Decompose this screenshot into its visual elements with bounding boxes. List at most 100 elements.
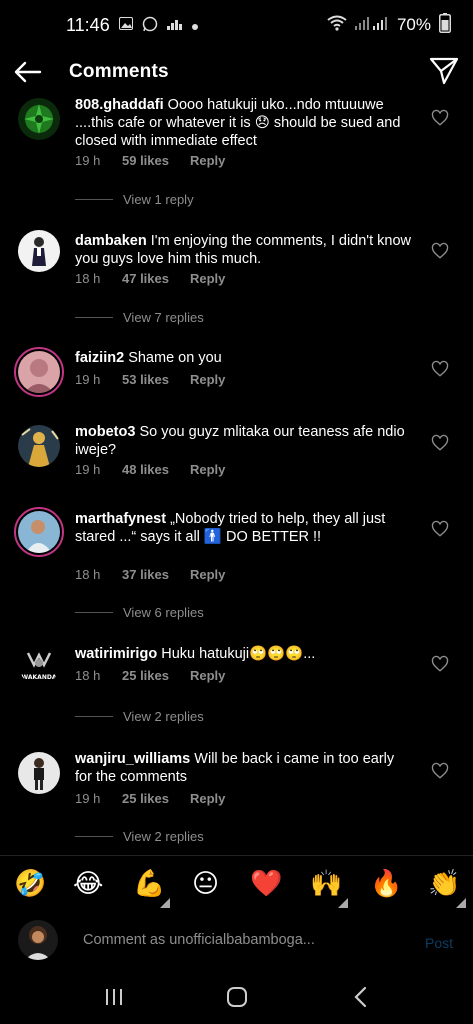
comment-username[interactable]: watirimirigo: [75, 646, 157, 662]
direct-send-icon[interactable]: [428, 54, 460, 86]
comment-text: faiziin2 Shame on you: [75, 349, 415, 367]
like-heart-icon[interactable]: [431, 655, 449, 673]
comment-likes[interactable]: 37 likes: [122, 567, 190, 582]
comment-composer: Comment as unofficialbabamboga... Post: [0, 913, 473, 969]
comment-text: wanjiru_williams Will be back i came in …: [75, 750, 415, 786]
comment-likes[interactable]: 47 likes: [122, 271, 190, 286]
avatar-with-story[interactable]: [14, 347, 64, 397]
like-heart-icon[interactable]: [431, 360, 449, 378]
emoji-raised-hands-button[interactable]: 🙌: [310, 868, 342, 898]
skin-tone-indicator: [160, 898, 170, 908]
emoji-reaction-bar: 🤣 😂 💪 😐 ❤️ 🙌 🔥 👏: [0, 855, 473, 913]
comment-time: 19 h: [75, 791, 101, 806]
divider: [75, 716, 113, 717]
reply-button[interactable]: Reply: [190, 372, 225, 387]
avatar[interactable]: [18, 425, 60, 467]
comment-meta: 19 h 59 likes Reply: [75, 153, 225, 168]
current-user-avatar: [18, 920, 58, 960]
comment-text: mobeto3 So you guyz mlitaka our teaness …: [75, 423, 415, 459]
post-button[interactable]: Post: [425, 935, 453, 951]
comment-meta: 18 h 47 likes Reply: [75, 271, 225, 286]
comment-likes[interactable]: 25 likes: [122, 791, 190, 806]
comment-likes[interactable]: 25 likes: [122, 668, 190, 683]
comment-body: Shame on you: [128, 350, 222, 366]
view-replies-label: View 7 replies: [123, 310, 204, 325]
comment-username[interactable]: dambaken: [75, 233, 147, 249]
comment-time: 19 h: [75, 462, 101, 477]
system-nav-bar: [0, 969, 473, 1024]
gallery-icon: [118, 17, 133, 33]
header-bar: Comments: [0, 50, 473, 98]
comment-input[interactable]: Comment as unofficialbabamboga...: [83, 932, 315, 948]
signal-icon: [354, 15, 389, 36]
comment-meta: 18 h 25 likes Reply: [75, 668, 225, 683]
comment-body: Huku hatukuji🙄🙄🙄...: [161, 646, 316, 662]
comment-meta: 19 h 48 likes Reply: [75, 462, 225, 477]
battery-icon: [439, 12, 451, 38]
recent-apps-icon[interactable]: [104, 988, 124, 1006]
reply-button[interactable]: Reply: [190, 153, 225, 168]
comment-username[interactable]: 808.ghaddafi: [75, 98, 164, 113]
view-replies-button[interactable]: View 7 replies: [75, 310, 204, 325]
comment-meta: 19 h 25 likes Reply: [75, 791, 225, 806]
battery-text: 70%: [396, 15, 431, 34]
view-replies-button[interactable]: View 6 replies: [75, 605, 204, 620]
view-replies-button[interactable]: View 2 replies: [75, 709, 204, 724]
avatar[interactable]: [18, 230, 60, 272]
status-bar: 11:46 70%: [0, 0, 473, 50]
avatar[interactable]: [18, 98, 60, 140]
comment-text: dambaken I'm enjoying the comments, I di…: [75, 232, 415, 268]
comment-time: 19 h: [75, 372, 101, 387]
system-back-icon[interactable]: [352, 986, 370, 1008]
emoji-clapping-button[interactable]: 👏: [428, 868, 460, 898]
like-heart-icon[interactable]: [431, 520, 449, 538]
comment-likes[interactable]: 48 likes: [122, 462, 190, 477]
reply-button[interactable]: Reply: [190, 791, 225, 806]
like-heart-icon[interactable]: [431, 109, 449, 127]
comment-likes[interactable]: 53 likes: [122, 372, 190, 387]
reply-button[interactable]: Reply: [190, 668, 225, 683]
comments-list[interactable]: 808.ghaddafi Oooo hatukuji uko...ndo mtu…: [0, 98, 473, 853]
avatar[interactable]: [18, 752, 60, 794]
divider: [75, 612, 113, 613]
emoji-neutral-face-button[interactable]: 😐: [192, 868, 219, 898]
comment-text: marthafynest „Nobody tried to help, they…: [75, 510, 415, 546]
comment-time: 19 h: [75, 153, 101, 168]
status-time: 11:46: [66, 14, 110, 35]
home-icon[interactable]: [226, 986, 248, 1008]
reply-button[interactable]: Reply: [190, 271, 225, 286]
comment-meta: 18 h 37 likes Reply: [75, 567, 225, 582]
like-heart-icon[interactable]: [431, 434, 449, 452]
comment-time: 18 h: [75, 668, 101, 683]
like-heart-icon[interactable]: [431, 762, 449, 780]
reply-button[interactable]: Reply: [190, 567, 225, 582]
avatar[interactable]: WAKANDA: [18, 643, 60, 685]
back-arrow-icon[interactable]: [12, 56, 44, 88]
comment-username[interactable]: faiziin2: [75, 350, 124, 366]
emoji-fire-button[interactable]: 🔥: [370, 868, 402, 898]
reply-button[interactable]: Reply: [190, 462, 225, 477]
wifi-icon: [327, 15, 347, 36]
avatar-text: WAKANDA: [22, 674, 57, 681]
avatar-with-story[interactable]: [14, 507, 64, 557]
divider: [75, 199, 113, 200]
comment-username[interactable]: wanjiru_williams: [75, 751, 190, 767]
view-replies-button[interactable]: View 2 replies: [75, 829, 204, 844]
emoji-joy-button[interactable]: 😂: [73, 868, 103, 898]
comment-likes[interactable]: 59 likes: [122, 153, 190, 168]
comment-username[interactable]: marthafynest: [75, 511, 166, 527]
view-replies-label: View 1 reply: [123, 192, 194, 207]
equalizer-icon: [166, 17, 183, 33]
comment-time: 18 h: [75, 271, 101, 286]
like-heart-icon[interactable]: [431, 242, 449, 260]
comment-meta: 19 h 53 likes Reply: [75, 372, 225, 387]
page-title: Comments: [69, 61, 169, 82]
notification-dot-icon: [191, 17, 198, 33]
comment-username[interactable]: mobeto3: [75, 424, 135, 440]
emoji-rofl-button[interactable]: 🤣: [14, 868, 46, 898]
view-replies-button[interactable]: View 1 reply: [75, 192, 194, 207]
comment-time: 18 h: [75, 567, 101, 582]
skin-tone-indicator: [338, 898, 348, 908]
emoji-heart-button[interactable]: ❤️: [250, 868, 282, 898]
emoji-flexed-biceps-button[interactable]: 💪: [133, 868, 165, 898]
